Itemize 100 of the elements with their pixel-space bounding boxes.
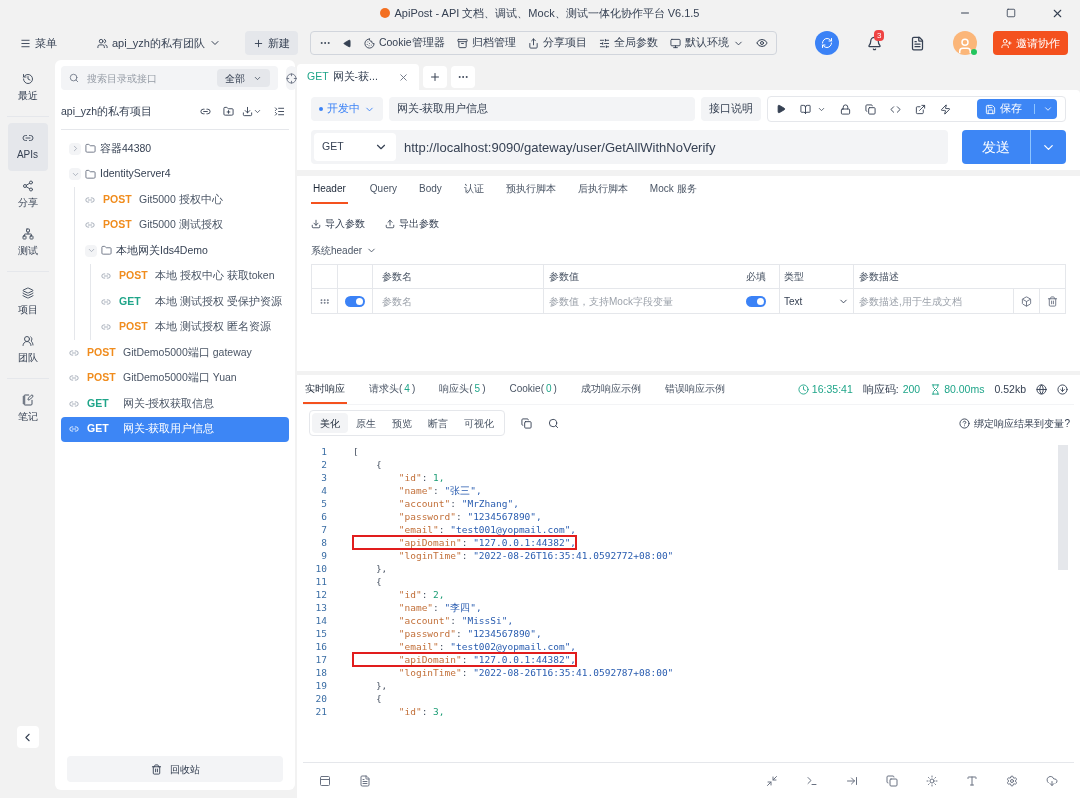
request-tab[interactable]: GET 网关-获...	[297, 64, 419, 90]
response-tab[interactable]: 响应头( 5 )	[437, 381, 488, 404]
copy-icon[interactable]	[521, 417, 532, 429]
view-tab[interactable]: 原生	[348, 413, 384, 433]
nav-item[interactable]: 测试	[7, 219, 48, 267]
tree-api-item[interactable]: GET 网关-获取用户信息	[61, 416, 289, 442]
response-tab[interactable]: 错误响应示例	[662, 381, 727, 404]
add-tab-icon[interactable]	[422, 66, 447, 88]
lock-icon[interactable]	[840, 103, 851, 115]
collapse-all-icon[interactable]	[274, 106, 285, 117]
share-icon[interactable]	[915, 103, 926, 115]
add-folder-icon[interactable]	[223, 106, 234, 117]
nav-item[interactable]: 最近	[7, 64, 48, 112]
response-tab[interactable]: Cookie( 0 )	[507, 381, 559, 404]
bind-variable-link[interactable]: 绑定响应结果到变量?	[959, 415, 1074, 431]
toolbar-button[interactable]: Cookie管理器	[363, 35, 445, 51]
toggle-switch[interactable]	[345, 295, 365, 307]
menu-button[interactable]: 菜单	[12, 34, 65, 52]
tree-api-item[interactable]: GET 网关-授权获取信息	[61, 391, 289, 417]
close-icon[interactable]	[397, 71, 409, 83]
param-tab[interactable]: Header	[311, 181, 348, 204]
response-tab[interactable]: 成功响应示例	[578, 381, 643, 404]
terminal-icon[interactable]	[806, 774, 818, 787]
tree-api-item[interactable]: POST 本地 授权中心 获取token	[61, 263, 289, 289]
method-dropdown[interactable]: GET	[314, 133, 396, 161]
name-field[interactable]: 网关-获取用户信息	[389, 97, 695, 121]
cloud-icon[interactable]	[1046, 774, 1058, 787]
save-button[interactable]: 保存	[977, 99, 1057, 119]
view-tab[interactable]: 美化	[312, 413, 348, 433]
sync-icon[interactable]	[815, 31, 839, 55]
search-icon[interactable]	[548, 417, 559, 429]
tree-folder[interactable]: 本地网关Ids4Demo	[116, 242, 208, 259]
panel-icon[interactable]	[846, 774, 858, 787]
param-tab[interactable]: 预执行脚本	[505, 181, 556, 204]
markdown-icon[interactable]	[359, 774, 371, 787]
type-dropdown[interactable]: Text	[779, 289, 853, 313]
param-tab[interactable]: Mock 服务	[649, 181, 697, 204]
new-button[interactable]: 新建	[244, 31, 298, 55]
notes-icon[interactable]	[910, 35, 925, 51]
eye-icon[interactable]	[755, 37, 768, 49]
view-tab[interactable]: 预览	[384, 413, 420, 433]
toolbar-button[interactable]: 归档管理	[456, 35, 516, 51]
search-field[interactable]: 搜索目录或接口 全部	[61, 66, 278, 90]
settings-icon[interactable]	[1006, 774, 1018, 787]
nav-item[interactable]: 团队	[7, 326, 48, 374]
url-field[interactable]: http://localhost:9090/gateway/user/GetAllWithNoVerify	[396, 133, 948, 161]
view-tab[interactable]: 断言	[420, 413, 456, 433]
avatar-icon[interactable]	[953, 31, 977, 55]
add-api-icon[interactable]	[200, 106, 211, 117]
response-tab[interactable]: 请求头( 4 )	[367, 381, 418, 404]
sun-icon[interactable]	[926, 774, 938, 787]
tree-folder[interactable]: 容器44380	[100, 140, 152, 157]
bell-icon[interactable]	[867, 35, 882, 51]
tree-api-item[interactable]: POST GitDemo5000端口 Yuan	[61, 365, 289, 391]
download-icon[interactable]	[1057, 384, 1068, 395]
view-tab[interactable]: 可视化	[456, 413, 502, 433]
param-description-field[interactable]: 参数描述,用于生成文档	[853, 289, 1013, 313]
nav-item[interactable]: APIs	[7, 123, 48, 171]
nav-item[interactable]: 项目	[7, 278, 48, 326]
copy-icon[interactable]	[865, 103, 876, 115]
flash-icon[interactable]	[940, 103, 951, 115]
tree-folder[interactable]: IdentityServer4	[100, 166, 171, 183]
nav-item[interactable]: 分享	[7, 171, 48, 219]
param-name-field[interactable]: 参数名	[373, 289, 543, 313]
export-params-button[interactable]: 导出参数	[385, 216, 439, 231]
system-header-toggle[interactable]: 系统header	[311, 243, 378, 258]
toggle-switch[interactable]	[746, 295, 766, 307]
param-value-field[interactable]: 参数值，支持Mock字段变量	[543, 289, 742, 313]
doc-button[interactable]: 接口说明	[701, 97, 761, 121]
import-icon[interactable]	[242, 106, 262, 117]
cube-icon[interactable]	[1021, 295, 1032, 307]
tree-api-item[interactable]: GET 本地 测试授权 受保护资源	[61, 289, 289, 315]
param-tab[interactable]: Query	[369, 181, 398, 204]
doc-icon[interactable]	[800, 103, 826, 115]
tree-api-item[interactable]: POST Git5000 授权中心	[61, 187, 289, 213]
code-icon[interactable]	[890, 103, 901, 115]
import-params-button[interactable]: 导入参数	[311, 216, 365, 231]
delete-icon[interactable]	[1047, 295, 1058, 307]
globe-icon[interactable]	[1036, 384, 1047, 395]
shrink-icon[interactable]	[766, 774, 778, 787]
collapse-sidebar-icon[interactable]	[16, 726, 39, 748]
url-bar[interactable]: GET http://localhost:9090/gateway/user/GetAllWithNoVerify	[311, 130, 948, 164]
param-tab[interactable]: 认证	[463, 181, 484, 204]
filter-dropdown[interactable]: 全部	[217, 69, 270, 87]
param-tab[interactable]: Body	[419, 181, 442, 204]
scrollbar[interactable]	[1058, 445, 1068, 570]
layout-icon[interactable]	[319, 774, 331, 787]
run-icon[interactable]	[776, 104, 786, 114]
response-tab[interactable]: 实时响应	[303, 381, 347, 404]
triangle-left-icon[interactable]	[342, 38, 352, 48]
locate-icon[interactable]	[286, 66, 297, 90]
toolbar-button[interactable]: 分享项目	[527, 35, 587, 51]
toolbar-button[interactable]: 默认环境	[669, 35, 744, 51]
param-tab[interactable]: 后执行脚本	[577, 181, 628, 204]
copy-icon[interactable]	[886, 774, 898, 787]
tree-api-item[interactable]: POST Git5000 测试授权	[61, 212, 289, 238]
font-size-icon[interactable]	[966, 774, 978, 787]
tree-api-item[interactable]: POST GitDemo5000端口 gateway	[61, 340, 289, 366]
tree-api-item[interactable]: POST 本地 测试授权 匿名资源	[61, 314, 289, 340]
trash-button[interactable]: 回收站	[67, 756, 283, 782]
